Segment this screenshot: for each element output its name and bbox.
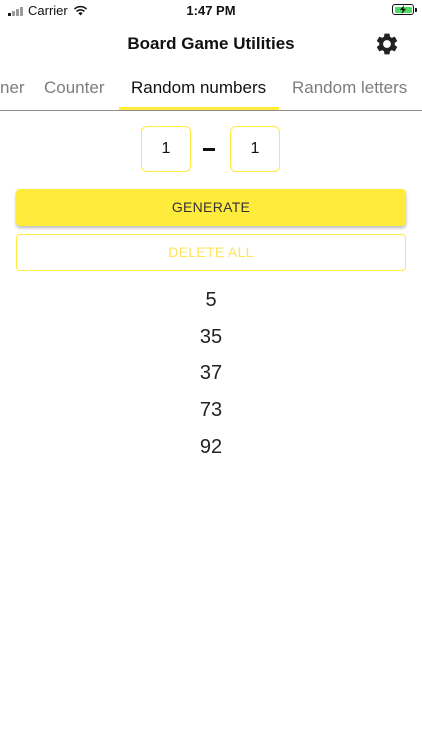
list-item: 5	[205, 289, 217, 311]
tab-timer[interactable]: ner	[0, 78, 25, 98]
generate-button[interactable]: GENERATE	[16, 189, 406, 226]
page-title: Board Game Utilities	[127, 34, 295, 53]
status-time: 1:47 PM	[186, 3, 236, 18]
results-list: 5 35 37 73 92	[0, 282, 422, 465]
tab-counter[interactable]: Counter	[44, 78, 104, 98]
min-value-input[interactable]: 1	[141, 126, 191, 172]
battery-icon	[392, 4, 417, 15]
active-tab-indicator	[119, 107, 279, 110]
list-item: 92	[199, 435, 223, 458]
range-separator	[203, 148, 215, 151]
tab-random-letters[interactable]: Random letters	[292, 78, 407, 98]
tab-random-numbers[interactable]: Random numbers	[131, 78, 266, 98]
tab-bar: ner Counter Random numbers Random letter…	[0, 66, 422, 111]
list-item: 35	[199, 325, 223, 348]
list-item: 73	[199, 399, 223, 422]
gear-icon[interactable]	[374, 31, 400, 57]
nav-bar: Board Game Utilities	[0, 22, 422, 66]
range-row: 1 1	[0, 126, 422, 174]
list-item: 37	[199, 362, 223, 385]
charging-bolt-icon	[400, 5, 406, 14]
max-value-input[interactable]: 1	[230, 126, 280, 172]
status-bar: Carrier 1:47 PM	[0, 0, 422, 22]
delete-all-button[interactable]: DELETE ALL	[16, 234, 406, 271]
